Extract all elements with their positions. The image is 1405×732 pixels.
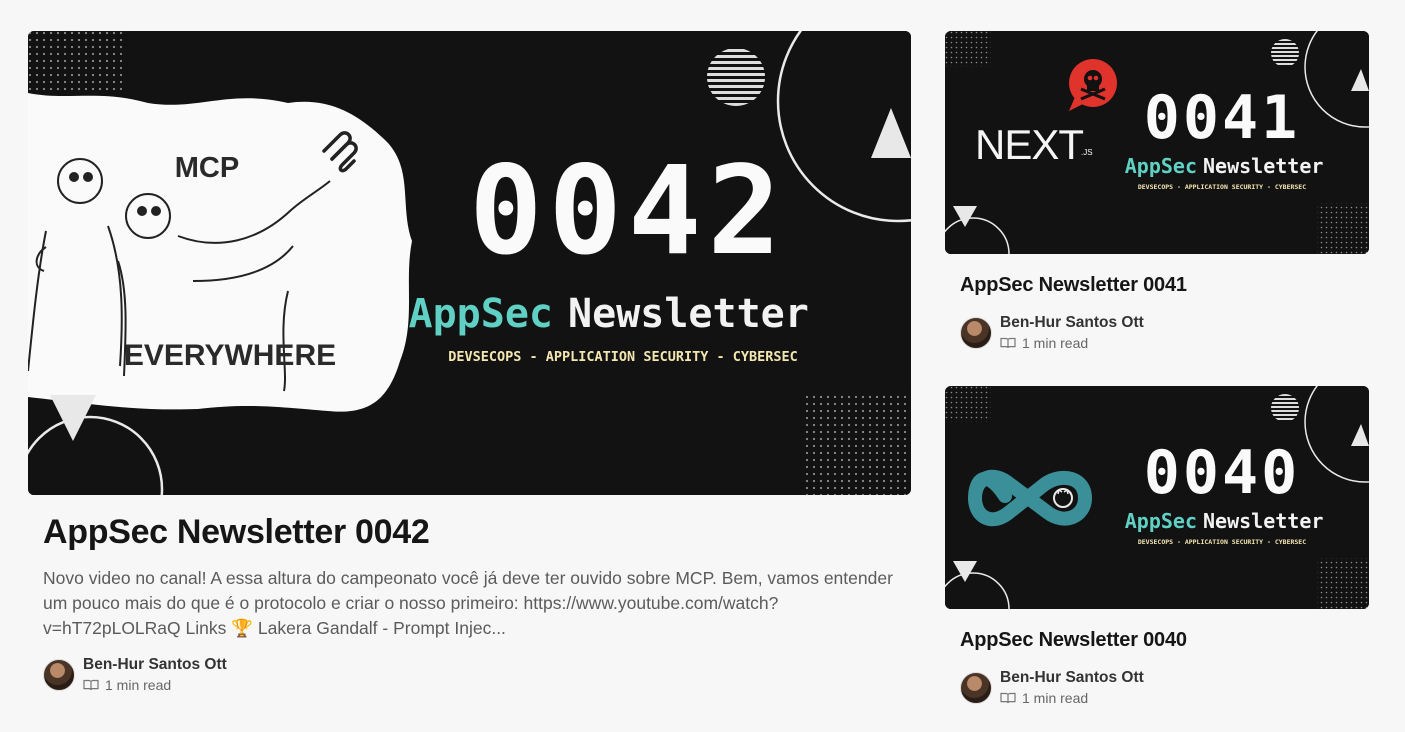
post-card-side-1[interactable]: NEXT .JS 0041 AppSec Newsletter DEVSECOP… [945, 31, 1369, 352]
read-time: 1 min read [105, 677, 172, 693]
cover-image-0041: NEXT .JS 0041 AppSec Newsletter DEVSECOP… [945, 31, 1369, 254]
avatar[interactable] [960, 316, 992, 349]
post-card-main[interactable]: MCP EVERYWHERE 0042 AppSec Newsletter DE… [28, 31, 911, 694]
author-row: Ben-Hur Santos Ott 1 min read [960, 313, 1369, 352]
author-name[interactable]: Ben-Hur Santos Ott [1000, 313, 1144, 332]
cover-brand-rest: Newsletter [1203, 509, 1323, 533]
author-row: Ben-Hur Santos Ott 1 min read [43, 655, 911, 694]
post-title[interactable]: AppSec Newsletter 0041 [960, 274, 1369, 297]
author-name[interactable]: Ben-Hur Santos Ott [83, 655, 227, 674]
book-open-icon [83, 679, 99, 691]
cover-tagline: DEVSECOPS - APPLICATION SECURITY - CYBER… [1138, 538, 1306, 546]
read-time: 1 min read [1022, 335, 1089, 351]
nextjs-logo-suffix: .JS [1081, 148, 1093, 157]
book-open-icon [1000, 337, 1016, 349]
nextjs-logo-text: NEXT [975, 121, 1083, 168]
cover-image-0042: MCP EVERYWHERE 0042 AppSec Newsletter DE… [28, 31, 911, 495]
cover-issue-number: 0041 [1144, 83, 1301, 153]
cover-brand-rest: Newsletter [1203, 154, 1323, 178]
cover-brand-accent: AppSec [1125, 509, 1197, 533]
post-cover-main[interactable]: MCP EVERYWHERE 0042 AppSec Newsletter DE… [28, 31, 911, 495]
cover-tagline: DEVSECOPS - APPLICATION SECURITY - CYBER… [1138, 183, 1306, 191]
cover-issue-number: 0040 [1144, 438, 1301, 508]
read-time: 1 min read [1022, 690, 1089, 706]
read-time-row: 1 min read [1000, 689, 1144, 707]
author-row: Ben-Hur Santos Ott 1 min read [960, 668, 1369, 707]
author-name[interactable]: Ben-Hur Santos Ott [1000, 668, 1144, 687]
cover-brand-accent: AppSec [409, 291, 554, 337]
post-cover-side-1[interactable]: NEXT .JS 0041 AppSec Newsletter DEVSECOP… [945, 31, 1369, 254]
cover-brand-rest: Newsletter [568, 291, 809, 337]
read-time-row: 1 min read [1000, 334, 1144, 352]
striped-circle-decoration [707, 48, 765, 106]
cover-word-top: MCP [175, 152, 239, 184]
post-excerpt: Novo video no canal! A essa altura do ca… [43, 568, 893, 638]
avatar[interactable] [960, 671, 992, 704]
cover-word-bottom: EVERYWHERE [124, 339, 336, 372]
avatar[interactable] [43, 658, 75, 691]
cover-image-0040: 0040 AppSec Newsletter DEVSECOPS - APPLI… [945, 386, 1369, 609]
cover-tagline: DEVSECOPS - APPLICATION SECURITY - CYBER… [448, 349, 798, 365]
post-cover-side-2[interactable]: 0040 AppSec Newsletter DEVSECOPS - APPLI… [945, 386, 1369, 609]
post-card-side-2[interactable]: 0040 AppSec Newsletter DEVSECOPS - APPLI… [945, 386, 1369, 707]
post-title[interactable]: AppSec Newsletter 0040 [960, 629, 1369, 652]
post-title[interactable]: AppSec Newsletter 0042 [43, 513, 911, 552]
book-open-icon [1000, 692, 1016, 704]
cover-brand-accent: AppSec [1125, 154, 1197, 178]
read-time-row: 1 min read [83, 676, 227, 694]
cover-issue-number: 0042 [469, 140, 787, 282]
